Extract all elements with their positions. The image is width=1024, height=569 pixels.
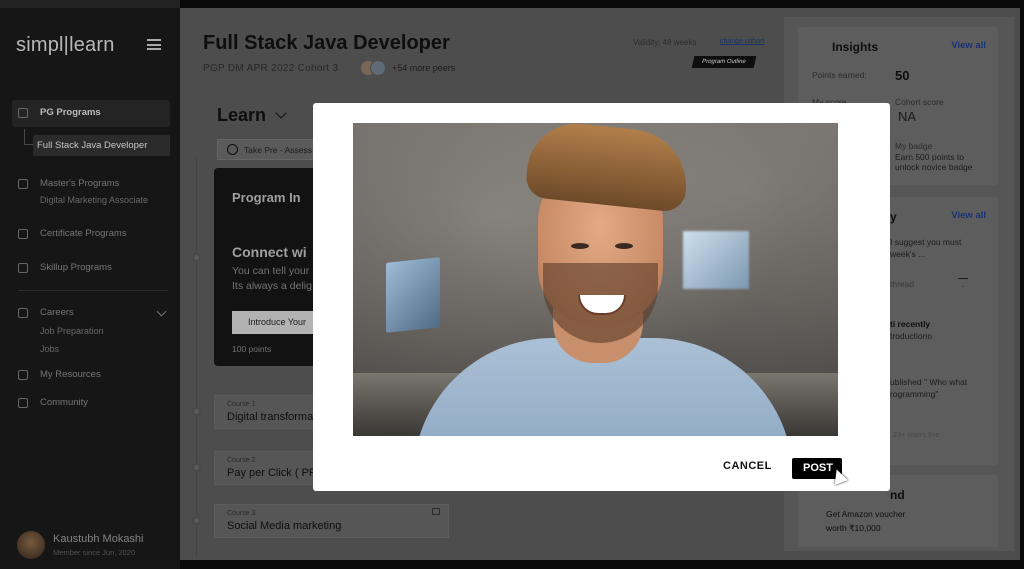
cancel-button[interactable]: CANCEL bbox=[723, 460, 772, 472]
photo-monitor bbox=[386, 257, 440, 333]
photo-preview bbox=[353, 123, 838, 436]
photo-screen bbox=[683, 231, 749, 289]
photo-eye bbox=[615, 243, 633, 249]
post-photo-modal: CANCEL POST bbox=[313, 103, 890, 491]
photo-eye bbox=[571, 243, 589, 249]
